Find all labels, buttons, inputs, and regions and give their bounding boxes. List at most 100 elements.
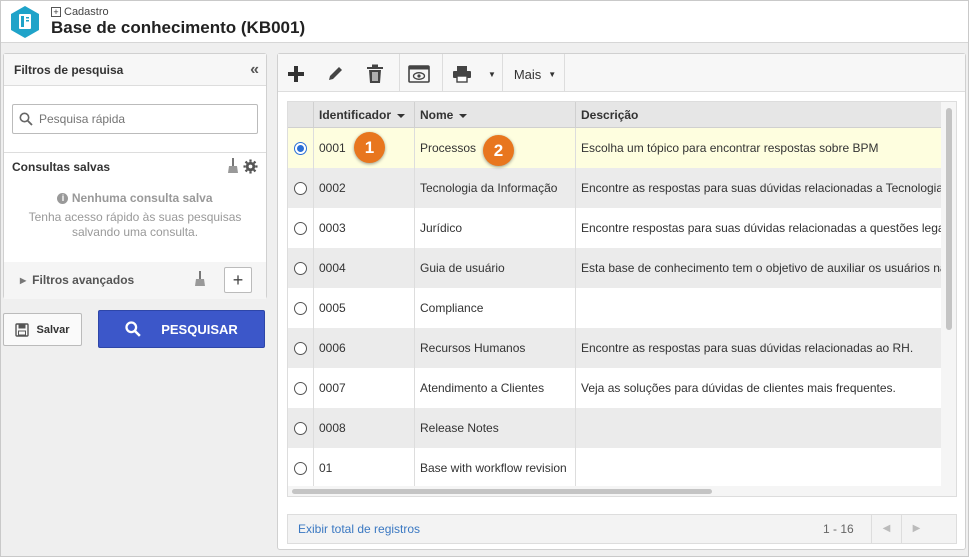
sort-icon <box>459 113 468 118</box>
column-header-description[interactable]: Descrição <box>576 102 942 128</box>
results-table: Identificador Nome Descrição 0001 Process… <box>287 101 957 497</box>
row-select-cell <box>288 128 314 168</box>
name-cell: Recursos Humanos <box>415 328 576 368</box>
row-radio[interactable] <box>294 301 307 315</box>
add-button[interactable] <box>284 60 308 88</box>
name-cell: Tecnologia da Informação <box>415 168 576 208</box>
broom-icon[interactable] <box>227 158 239 174</box>
chevron-left-icon: ◀ <box>882 523 891 534</box>
search-button[interactable]: PESQUISAR <box>98 310 265 348</box>
table-row[interactable]: 0003 Jurídico Encontre respostas para suas… <box>288 208 942 248</box>
row-radio[interactable] <box>294 261 307 275</box>
table-row[interactable]: 0006 Recursos Humanos Encontre as resposta… <box>288 328 942 368</box>
add-filter-button[interactable]: + <box>224 267 252 293</box>
no-saved-query-label: Nenhuma consulta salva <box>71 191 213 205</box>
collapse-panel-icon[interactable]: « <box>250 61 259 79</box>
quick-search-input[interactable] <box>39 112 239 126</box>
save-button[interactable]: Salvar <box>3 313 82 346</box>
gear-icon[interactable] <box>243 158 258 174</box>
horizontal-scrollbar[interactable] <box>288 486 942 496</box>
table-footer: Exibir total de registros 1 - 16 ◀ ▶ <box>287 514 957 544</box>
table-row[interactable]: 0001 Processos Escolha um tópico para enco… <box>288 128 942 168</box>
table-row[interactable]: 01 Base with workflow revision <box>288 448 942 488</box>
description-cell: Esta base de conhecimento tem o objetivo… <box>581 261 942 275</box>
vertical-scrollbar[interactable] <box>941 102 956 496</box>
breadcrumb: + Cadastro <box>51 6 109 18</box>
advanced-filters-bar: ▶ Filtros avançados + <box>4 262 266 299</box>
row-radio[interactable] <box>294 381 307 395</box>
table-row[interactable]: 0004 Guia de usuário Esta base de conhecim… <box>288 248 942 288</box>
row-select-cell <box>288 408 314 448</box>
more-menu-button[interactable]: Mais ▼ <box>510 60 560 88</box>
description-cell <box>576 408 942 448</box>
sort-icon <box>397 113 406 118</box>
view-button[interactable] <box>406 60 432 88</box>
delete-button[interactable] <box>363 60 387 88</box>
table-row[interactable]: 0007 Atendimento a Clientes Veja as soluçõ… <box>288 368 942 408</box>
breadcrumb-label: Cadastro <box>64 6 109 18</box>
column-header-name[interactable]: Nome <box>415 102 576 128</box>
divider <box>502 54 503 92</box>
floppy-disk-icon <box>15 322 30 337</box>
knowledge-base-icon <box>11 6 39 38</box>
search-button-label: PESQUISAR <box>161 321 238 337</box>
advanced-filters-toggle[interactable]: ▶ Filtros avançados <box>20 273 134 287</box>
row-radio[interactable] <box>294 341 307 355</box>
table-row[interactable]: 0005 Compliance <box>288 288 942 328</box>
row-radio[interactable] <box>294 221 307 235</box>
printer-icon <box>453 66 471 83</box>
name-cell: Base with workflow revision <box>415 448 576 488</box>
id-cell: 0004 <box>314 248 415 288</box>
saved-queries-actions <box>227 158 258 174</box>
quick-search-field[interactable] <box>12 104 258 134</box>
more-menu-label: Mais <box>513 66 542 82</box>
column-label: Nome <box>420 108 454 122</box>
print-dropdown[interactable]: ▼ <box>485 60 499 88</box>
callout-badge-1: 1 <box>354 132 385 163</box>
next-page-button[interactable]: ▶ <box>901 515 931 543</box>
advanced-filters-label: Filtros avançados <box>32 273 135 287</box>
chevron-right-icon: ▶ <box>912 523 921 534</box>
save-button-label: Salvar <box>36 323 70 336</box>
column-label: Descrição <box>581 108 639 122</box>
name-cell: Jurídico <box>415 208 576 248</box>
edit-button[interactable] <box>323 60 347 88</box>
broom-icon[interactable] <box>194 270 206 288</box>
row-radio[interactable] <box>294 421 307 435</box>
chevron-right-icon: ▶ <box>20 275 27 285</box>
saved-queries-title: Consultas salvas <box>12 160 111 174</box>
search-icon <box>19 112 33 126</box>
trash-icon <box>367 64 383 83</box>
description-cell: Veja as soluções para dúvidas de cliente… <box>581 381 896 395</box>
plus-icon <box>288 66 304 82</box>
pencil-icon <box>329 67 342 80</box>
toolbar: ▼ Mais ▼ <box>278 54 965 92</box>
search-filters-panel: Filtros de pesquisa « Consultas salvas i… <box>3 53 267 299</box>
table-header: Identificador Nome Descrição <box>288 102 942 128</box>
table-body: 0001 Processos Escolha um tópico para enco… <box>288 128 942 488</box>
expand-icon[interactable]: + <box>51 7 61 17</box>
caret-down-icon: ▼ <box>548 69 557 79</box>
id-cell: 01 <box>314 448 415 488</box>
id-cell: 0007 <box>314 368 415 408</box>
row-radio[interactable] <box>294 141 307 155</box>
scrollbar-thumb[interactable] <box>946 108 952 330</box>
page-range: 1 - 16 <box>823 522 854 536</box>
table-row[interactable]: 0008 Release Notes <box>288 408 942 448</box>
print-button[interactable] <box>450 60 474 88</box>
row-select-cell <box>288 168 314 208</box>
previous-page-button[interactable]: ◀ <box>871 515 901 543</box>
description-cell: Encontre as respostas para suas dúvidas … <box>581 341 914 355</box>
id-cell: 0008 <box>314 408 415 448</box>
divider <box>399 54 400 92</box>
filters-title: Filtros de pesquisa <box>14 63 124 77</box>
description-cell: Escolha um tópico para encontrar respost… <box>581 141 879 155</box>
row-radio[interactable] <box>294 461 307 475</box>
show-total-link[interactable]: Exibir total de registros <box>298 522 420 536</box>
scrollbar-thumb[interactable] <box>292 489 712 494</box>
row-radio[interactable] <box>294 181 307 195</box>
column-header-identifier[interactable]: Identificador <box>314 102 415 128</box>
divider <box>564 54 565 92</box>
table-row[interactable]: 0002 Tecnologia da Informação Encontre as … <box>288 168 942 208</box>
no-saved-query-description: Tenha acesso rápido às suas pesquisas sa… <box>28 210 242 239</box>
